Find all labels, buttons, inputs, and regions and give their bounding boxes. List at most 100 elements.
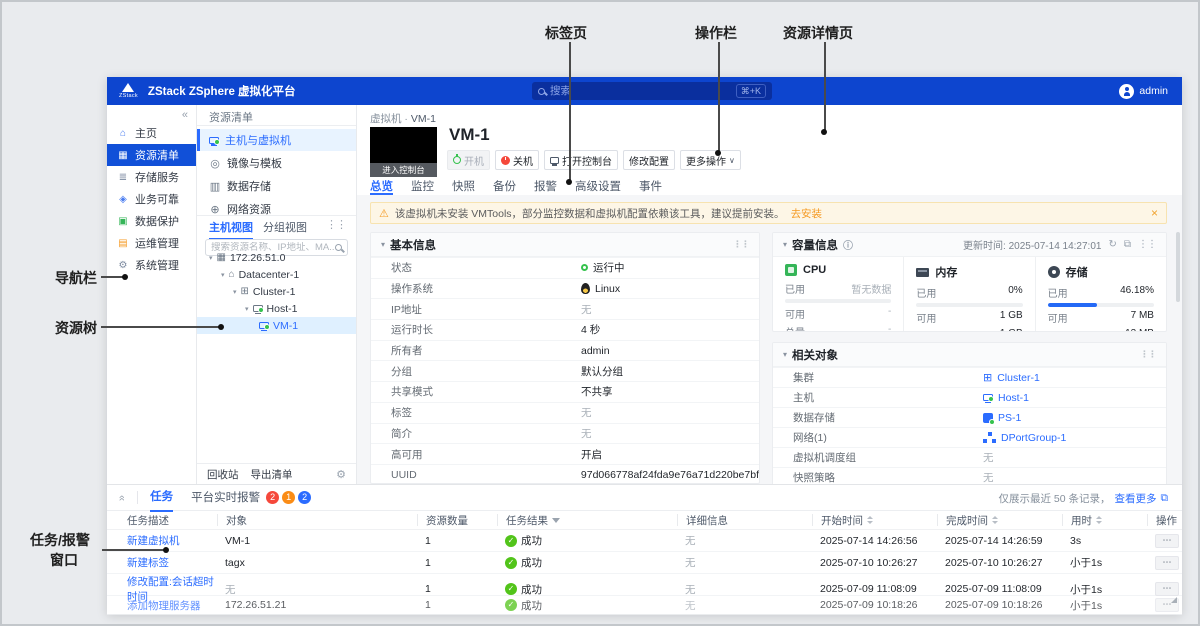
tab-alarm[interactable]: 报警	[534, 178, 557, 195]
task-count: 1	[417, 535, 497, 547]
sidebar-item-data-protect[interactable]: ▣ 数据保护	[107, 210, 196, 232]
ops-icon: ▤	[117, 238, 129, 249]
sort-icon[interactable]	[867, 516, 873, 524]
external-link-icon[interactable]: ⧉	[1124, 239, 1131, 250]
list-settings-icon[interactable]: ⋮⋮	[326, 218, 346, 231]
critical-alert-badge[interactable]: 2	[266, 491, 279, 504]
zstack-logo-icon	[122, 83, 134, 92]
tab-group-view[interactable]: 分组视图	[263, 219, 307, 235]
resize-handle[interactable]	[1171, 597, 1177, 603]
more-ops-button[interactable]: 更多操作 ∨	[680, 150, 741, 170]
sidebar-collapse-icon[interactable]: «	[182, 109, 188, 121]
inventory-item-datastore[interactable]: ▥ 数据存储	[197, 175, 356, 197]
datastore-link[interactable]: PS-1	[998, 412, 1021, 424]
related-objects-card: ▾ 相关对象 ⋮⋮ 集群 ⊞Cluster-1 主机 Host-1 数据存储 P…	[772, 342, 1167, 484]
task-desc-link[interactable]: 添加物理服务器	[127, 598, 217, 613]
vcenter-icon: ▦	[217, 252, 226, 263]
sidebar-item-home[interactable]: ⌂ 主页	[107, 122, 196, 144]
filter-icon[interactable]	[552, 518, 560, 523]
global-search[interactable]: ⌘+K	[532, 82, 772, 100]
caret-icon[interactable]: ▾	[221, 271, 225, 279]
top-bar: ZStack ZStack ZSphere 虚拟化平台 ⌘+K admin	[107, 77, 1182, 105]
vm-icon	[259, 322, 269, 329]
drag-handle-icon[interactable]: ⋮⋮	[1138, 239, 1156, 250]
capacity-memory: 内存 已用0% 可用1 GB 总量1 GB	[903, 257, 1034, 331]
row-more-button[interactable]: ⋯	[1155, 534, 1179, 548]
export-list-link[interactable]: 导出清单	[251, 467, 293, 482]
port-group-link[interactable]: DPortGroup-1	[1001, 432, 1066, 444]
tab-events[interactable]: 事件	[639, 178, 662, 195]
tab-overview[interactable]: 总览	[370, 178, 393, 195]
tree-node-vcenter[interactable]: ▾ ▦ 172.26.51.0	[197, 249, 356, 266]
row-more-button[interactable]: ⋯	[1155, 556, 1179, 570]
col-task-result: 任务结果	[497, 514, 677, 526]
caret-icon[interactable]: ▾	[209, 254, 213, 262]
scrollbar[interactable]	[1176, 232, 1180, 302]
tab-tasks[interactable]: 任务	[150, 483, 173, 512]
info-alert-badge[interactable]: 2	[298, 491, 311, 504]
sidebar-item-business[interactable]: ◈ 业务可靠	[107, 188, 196, 210]
task-object: 无	[217, 582, 417, 597]
cluster-icon: ⊞	[241, 286, 249, 297]
tab-alerts[interactable]: 平台实时报警	[191, 484, 260, 511]
annotation-dot-tab-page	[566, 179, 572, 185]
sidebar-item-inventory[interactable]: ▦ 资源清单	[107, 144, 196, 166]
view-more-link[interactable]: 查看更多	[1115, 491, 1157, 506]
sidebar-item-system[interactable]: ⚙ 系统管理	[107, 254, 196, 276]
power-on-button[interactable]: 开机	[447, 150, 490, 170]
breadcrumb-parent[interactable]: 虚拟机	[370, 113, 402, 125]
caret-icon[interactable]: ▾	[381, 240, 385, 249]
console-thumbnail[interactable]: 进入控制台	[370, 127, 437, 177]
open-console-button[interactable]: 打开控制台	[544, 150, 618, 170]
tree-node-datacenter[interactable]: ▾ ⌂ Datacenter-1	[197, 266, 356, 283]
annotation-detail-page: 资源详情页	[783, 23, 853, 43]
modify-config-button[interactable]: 修改配置	[623, 150, 675, 170]
caret-icon[interactable]: ▾	[783, 240, 787, 249]
task-row-clipped: 添加物理服务器 172.26.51.21 1 成功 无 2025-07-09 1…	[107, 596, 1182, 615]
user-menu[interactable]: admin	[1119, 77, 1168, 105]
tab-backup[interactable]: 备份	[493, 178, 516, 195]
refresh-icon[interactable]: ↻	[1108, 239, 1116, 250]
drag-handle-icon[interactable]: ⋮⋮	[733, 239, 749, 250]
gear-icon[interactable]: ⚙	[336, 468, 346, 481]
tab-snapshot[interactable]: 快照	[452, 178, 475, 195]
task-count: 1	[417, 557, 497, 569]
caret-icon[interactable]: ▾	[783, 350, 787, 359]
sort-icon[interactable]	[992, 516, 998, 524]
task-desc-link[interactable]: 新建虚拟机	[127, 533, 217, 548]
linux-icon	[581, 283, 590, 294]
success-icon	[505, 599, 517, 611]
task-panel-tabbar: » 任务 平台实时报警 2 1 2 仅展示最近 50 条记录， 查看更多 ⧉	[107, 485, 1182, 511]
task-desc-link[interactable]: 新建标签	[127, 555, 217, 570]
power-off-button[interactable]: 关机	[495, 150, 539, 170]
inventory-item-network[interactable]: ⊕ 网络资源	[197, 198, 356, 220]
row-more-button[interactable]: ⋯	[1155, 582, 1179, 596]
host-link[interactable]: Host-1	[998, 392, 1029, 404]
inventory-item-hosts-vms[interactable]: 主机与虚拟机	[197, 129, 356, 151]
tab-advanced[interactable]: 高级设置	[575, 178, 621, 195]
inventory-item-images[interactable]: ◎ 镜像与模板	[197, 152, 356, 174]
caret-icon[interactable]: ▾	[233, 288, 237, 296]
tree-node-host[interactable]: ▾ Host-1	[197, 300, 356, 317]
external-link-icon[interactable]: ⧉	[1161, 492, 1169, 505]
annotation-nav-bar: 导航栏	[55, 268, 97, 288]
global-search-input[interactable]	[550, 85, 736, 97]
warning-alert-badge[interactable]: 1	[282, 491, 295, 504]
collapse-panel-icon[interactable]: »	[116, 494, 128, 500]
close-icon[interactable]: ×	[1151, 206, 1158, 220]
task-object: tagx	[217, 557, 417, 569]
enter-console-button[interactable]: 进入控制台	[370, 163, 437, 177]
recycle-bin-link[interactable]: 回收站	[207, 467, 239, 482]
host-icon	[983, 394, 993, 401]
caret-icon[interactable]: ▾	[245, 305, 249, 313]
tab-monitor[interactable]: 监控	[411, 178, 434, 195]
cluster-link[interactable]: Cluster-1	[997, 372, 1040, 384]
sort-icon[interactable]	[1096, 516, 1102, 524]
install-vmtools-link[interactable]: 去安装	[791, 206, 823, 221]
sidebar-item-ops[interactable]: ▤ 运维管理	[107, 232, 196, 254]
sidebar-item-storage[interactable]: ≣ 存储服务	[107, 166, 196, 188]
tab-host-view[interactable]: 主机视图	[209, 219, 253, 240]
drag-handle-icon[interactable]: ⋮⋮	[1140, 349, 1156, 360]
task-result: 成功	[497, 598, 677, 613]
tree-node-cluster[interactable]: ▾ ⊞ Cluster-1	[197, 283, 356, 300]
